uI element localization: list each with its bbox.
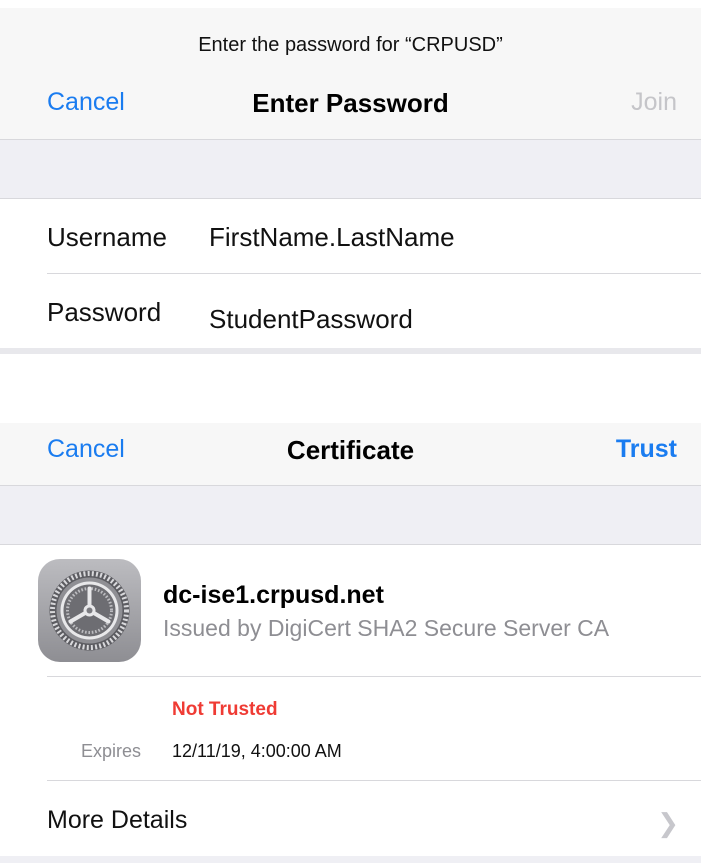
trust-status-label: Not Trusted	[172, 699, 278, 720]
certificate-nav-bar: Cancel Certificate Trust	[0, 423, 701, 486]
sheet-bottom-divider	[0, 348, 701, 354]
password-cancel-button[interactable]: Cancel	[47, 88, 125, 117]
password-field[interactable]: StudentPassword	[209, 304, 413, 335]
certificate-details: dc-ise1.crpusd.net Issued by DigiCert SH…	[0, 545, 701, 863]
section-spacer	[0, 486, 701, 545]
more-details-label: More Details	[47, 806, 188, 834]
password-label: Password	[47, 297, 162, 327]
expires-value: 12/11/19, 4:00:00 AM	[172, 741, 342, 761]
screen: Enter the password for “CRPUSD” Cancel E…	[0, 0, 701, 863]
certificate-issuer: Issued by DigiCert SHA2 Secure Server CA	[163, 615, 610, 641]
section-spacer	[0, 140, 701, 199]
more-details-row[interactable]: More Details ❯	[0, 781, 701, 856]
username-label: Username	[47, 222, 167, 252]
certificate-name: dc-ise1.crpusd.net	[163, 581, 384, 609]
chevron-right-icon: ❯	[657, 808, 679, 838]
username-row[interactable]: Username FirstName.LastName	[0, 199, 701, 273]
expires-label: Expires	[81, 741, 142, 761]
trust-button[interactable]: Trust	[616, 435, 677, 464]
password-row[interactable]: Password StudentPassword	[0, 274, 701, 348]
certificate-cancel-button[interactable]: Cancel	[47, 435, 125, 464]
username-field[interactable]: FirstName.LastName	[209, 222, 455, 253]
password-nav-bar: Enter the password for “CRPUSD” Cancel E…	[0, 8, 701, 140]
join-button[interactable]: Join	[631, 88, 677, 117]
settings-gear-icon	[38, 559, 141, 662]
sheet-bottom-divider	[0, 856, 701, 863]
divider	[47, 676, 701, 677]
password-prompt: Enter the password for “CRPUSD”	[198, 34, 503, 56]
